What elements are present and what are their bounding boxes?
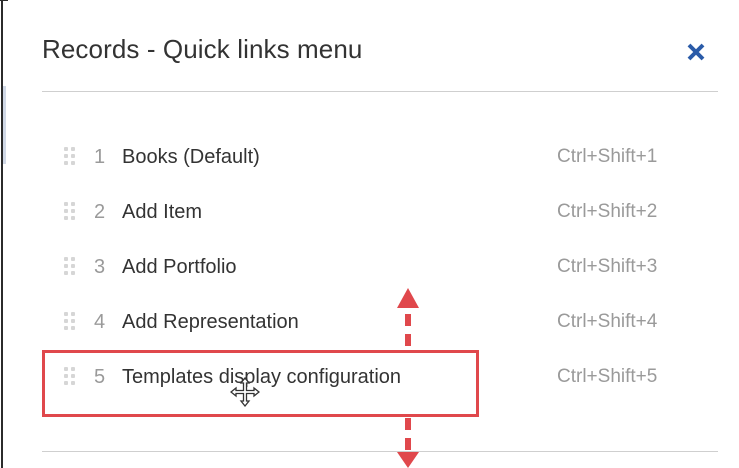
screenshot-root: Records - Quick links menu 1 Books (Defa… xyxy=(0,0,739,468)
item-shortcut: Ctrl+Shift+5 xyxy=(557,366,658,387)
item-number: 4 xyxy=(94,311,106,333)
move-cursor-icon xyxy=(230,377,260,407)
drag-handle-icon[interactable] xyxy=(64,257,78,277)
item-label[interactable]: Add Portfolio xyxy=(122,256,237,279)
item-shortcut: Ctrl+Shift+4 xyxy=(557,311,658,332)
close-button[interactable] xyxy=(680,34,712,68)
item-number: 5 xyxy=(94,366,106,388)
item-number: 1 xyxy=(94,146,106,168)
double-arrow-icon xyxy=(397,288,419,468)
drag-handle-icon[interactable] xyxy=(64,147,78,167)
background-strip xyxy=(3,86,6,164)
list-item[interactable]: 2 Add Item Ctrl+Shift+2 xyxy=(8,185,739,240)
list-item[interactable]: 1 Books (Default) Ctrl+Shift+1 xyxy=(8,130,739,185)
item-number: 3 xyxy=(94,256,106,278)
item-label[interactable]: Books (Default) xyxy=(122,146,260,169)
item-label[interactable]: Add Item xyxy=(122,201,202,224)
item-number: 2 xyxy=(94,201,106,223)
list-item[interactable]: 4 Add Representation Ctrl+Shift+4 xyxy=(8,295,739,350)
item-shortcut: Ctrl+Shift+2 xyxy=(557,201,658,222)
item-label[interactable]: Add Representation xyxy=(122,311,299,334)
item-shortcut: Ctrl+Shift+1 xyxy=(557,146,658,167)
list-item[interactable]: 3 Add Portfolio Ctrl+Shift+3 xyxy=(8,240,739,295)
header-divider xyxy=(42,91,718,92)
item-shortcut: Ctrl+Shift+3 xyxy=(557,256,658,277)
quick-links-dialog: Records - Quick links menu 1 Books (Defa… xyxy=(8,0,739,468)
item-label[interactable]: Templates display configuration xyxy=(122,366,401,389)
dialog-header: Records - Quick links menu xyxy=(42,34,722,74)
drag-handle-icon[interactable] xyxy=(64,312,78,332)
drag-handle-icon[interactable] xyxy=(64,202,78,222)
footer-divider xyxy=(42,451,718,452)
close-icon xyxy=(687,43,705,61)
list-item-dragging[interactable]: 5 Templates display configuration Ctrl+S… xyxy=(8,350,739,405)
window-left-border xyxy=(1,0,3,468)
dialog-title: Records - Quick links menu xyxy=(42,34,363,64)
drag-handle-icon[interactable] xyxy=(64,367,78,387)
